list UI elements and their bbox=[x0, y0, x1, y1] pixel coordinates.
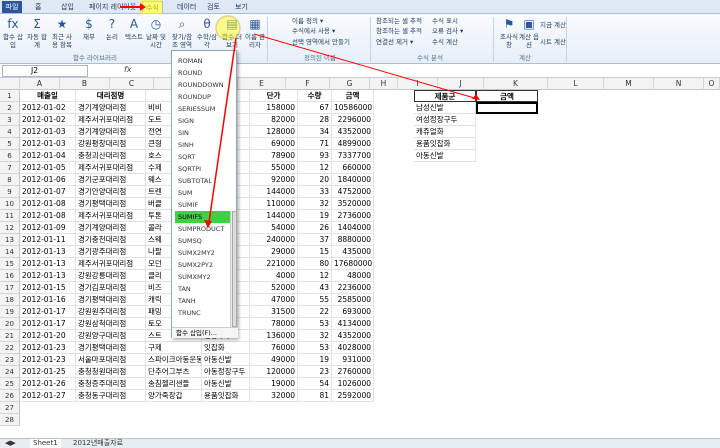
target-cell-arrow-head bbox=[472, 94, 480, 100]
dropdown-arrow-head bbox=[204, 220, 212, 228]
math-button-highlight bbox=[215, 15, 241, 41]
target-cell-arrow-line bbox=[253, 33, 479, 100]
dropdown-arrow-line bbox=[208, 37, 237, 223]
annotation-overlay bbox=[120, 0, 480, 228]
